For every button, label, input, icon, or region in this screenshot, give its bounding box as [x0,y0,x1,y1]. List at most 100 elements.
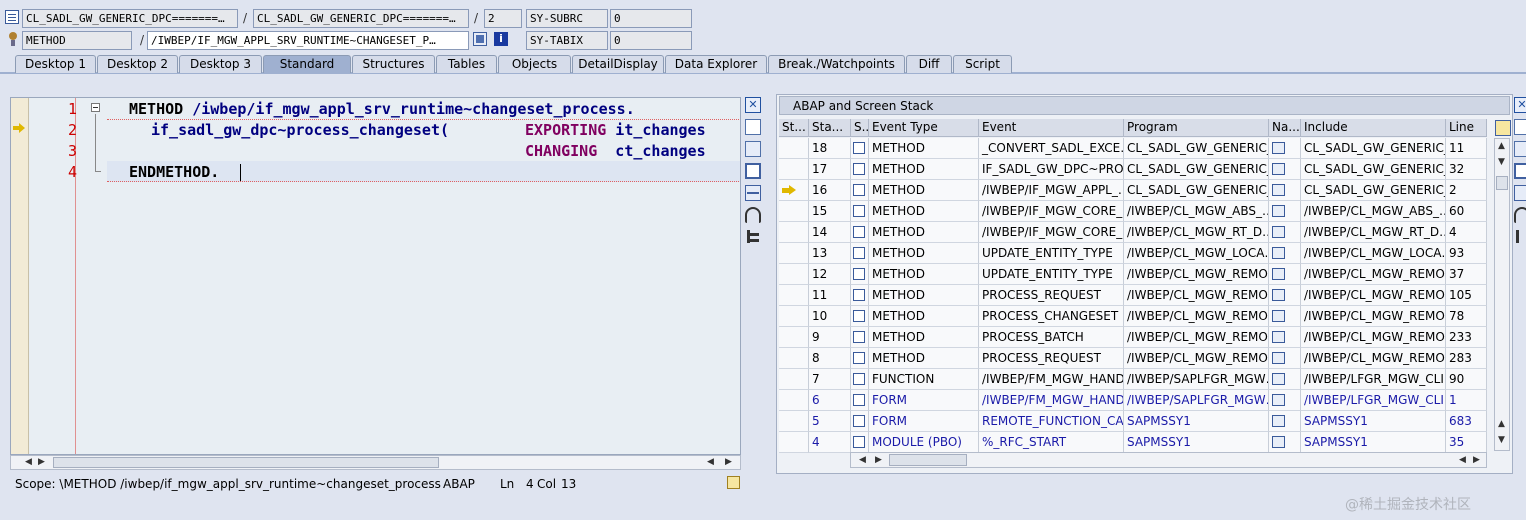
column-header[interactable]: S... [851,119,869,137]
tab-standard[interactable]: Standard [263,55,351,73]
navigate-icon[interactable] [1272,163,1285,175]
table-row[interactable]: 16 METHOD/IWBEP/IF_MGW_APPL_… CL_SADL_GW_G… [779,180,1487,201]
table-row[interactable]: 15 METHOD/IWBEP/IF_MGW_CORE_…/IWBEP/CL_MG… [779,201,1487,222]
table-row[interactable]: 6 FORM/IWBEP/FM_MGW_HAND…/IWBEP/SAPLFGR_M… [779,390,1487,411]
navigate-icon[interactable] [1272,373,1285,385]
scroll-right-icon-3[interactable]: ▶ [875,455,882,465]
navigate-icon[interactable] [1272,415,1285,427]
info-icon[interactable]: i [494,32,508,46]
stack-level-field[interactable]: 2 [484,9,522,28]
navigate-icon[interactable] [1272,205,1285,217]
tab-desktop-1[interactable]: Desktop 1 [15,55,96,73]
tab-desktop-2[interactable]: Desktop 2 [97,55,178,73]
navigate-icon[interactable] [1272,184,1285,196]
table-row[interactable]: 17 METHOD IF_SADL_GW_DPC~PRO… CL_SADL_GW_GE… [779,159,1487,180]
scroll-right-icon-4[interactable]: ▶ [1473,455,1480,465]
column-header[interactable]: Sta... [809,119,851,137]
scroll-left-icon-4[interactable]: ◀ [1459,455,1466,465]
sysvar-name-field-1[interactable]: SY-SUBRC [526,9,608,28]
sysvar-name-field-2[interactable]: SY-TABIX [526,31,608,50]
scroll-left-icon-3[interactable]: ◀ [859,455,866,465]
table-row[interactable]: 12 METHOD UPDATE_ENTITY_TYPE/IWBEP/CL_MGW_… [779,264,1487,285]
split-icon-2[interactable] [1514,185,1526,201]
column-header[interactable]: St... [779,119,809,137]
tab-desktop-3[interactable]: Desktop 3 [179,55,262,73]
column-header[interactable]: Event Type [869,119,979,137]
tab-script[interactable]: Script [953,55,1012,73]
tree-tool-icon-2[interactable] [1514,229,1526,245]
table-row[interactable]: 10 METHOD PROCESS_CHANGESET/IWBEP/CL_MGW_R… [779,306,1487,327]
table-row[interactable]: 11 METHOD PROCESS_REQUEST/IWBEP/CL_MGW_REM… [779,285,1487,306]
column-header[interactable]: Program [1124,119,1269,137]
editor-h-scroll-thumb[interactable] [53,457,439,468]
column-header[interactable]: Event [979,119,1124,137]
table-row[interactable]: 4 MODULE (PBO) %_RFC_START SAPMSSY1 SAPMSSY1… [779,432,1487,453]
navigate-icon[interactable] [1272,394,1285,406]
tree-tool-icon[interactable] [745,229,761,245]
scroll-left-icon[interactable]: ◀ [25,457,32,467]
scroll-up-icon-2[interactable]: ▲ [1498,419,1505,429]
editor-h-scrollbar[interactable]: ◀ ▶ ◀ ▶ [10,455,741,470]
scroll-left-icon-2[interactable]: ◀ [707,457,714,467]
scroll-up-icon[interactable]: ▲ [1498,141,1505,151]
class-name-field[interactable]: CL_SADL_GW_GENERIC_DPC=======… [22,9,238,28]
code-editor[interactable]: 1 2 3 4 METHOD /iwbep/if_mgw_appl_srv_ru… [10,97,741,455]
navigate-icon[interactable] [1272,352,1285,364]
scroll-right-icon[interactable]: ▶ [38,457,45,467]
sysvar-value-field-1[interactable]: 0 [610,9,692,28]
tab-diff[interactable]: Diff [906,55,952,73]
new-tool-icon-2[interactable] [1514,119,1526,135]
maximize-icon[interactable] [745,163,761,179]
navigate-icon[interactable] [1272,436,1285,448]
stack-v-scrollbar[interactable]: ▲ ▼ ▲ ▼ [1494,138,1510,451]
swap-tool-icon-2[interactable] [1514,141,1526,157]
tab-detaildisplay[interactable]: DetailDisplay [572,55,664,73]
column-header[interactable]: Include [1301,119,1446,137]
table-row[interactable]: 9 METHOD PROCESS_BATCH/IWBEP/CL_MGW_REMO… /… [779,327,1487,348]
class-name-field-2[interactable]: CL_SADL_GW_GENERIC_DPC=======… [253,9,469,28]
scroll-down-icon-2[interactable]: ▼ [1498,435,1505,445]
scroll-right-icon-2[interactable]: ▶ [725,457,732,467]
table-row[interactable]: 8 METHOD PROCESS_REQUEST/IWBEP/CL_MGW_REMO… [779,348,1487,369]
table-row[interactable]: 5 FORM REMOTE_FUNCTION_CA… SAPMSSY1 SAPMSSY1… [779,411,1487,432]
navigate-icon[interactable] [1272,289,1285,301]
sysvar-value-field-2[interactable]: 0 [610,31,692,50]
swap-tool-icon[interactable] [745,141,761,157]
navigate-icon[interactable] [1272,142,1285,154]
breakpoint-gutter[interactable] [11,98,29,454]
collapse-toggle[interactable] [91,103,100,112]
display-source-icon[interactable] [473,32,487,46]
navigate-icon[interactable] [1272,268,1285,280]
event-type-field[interactable]: METHOD [22,31,132,50]
table-row[interactable]: 7 FUNCTION/IWBEP/FM_MGW_HAND…/IWBEP/SAPLF… [779,369,1487,390]
headset-icon-2[interactable] [1514,207,1526,223]
method-name-field[interactable]: /IWBEP/IF_MGW_APPL_SRV_RUNTIME~CHANGESET… [147,31,469,50]
close-icon[interactable]: ✕ [745,97,761,113]
stack-v-scroll-thumb[interactable] [1496,176,1508,190]
navigate-icon[interactable] [1272,310,1285,322]
column-header[interactable]: Line [1446,119,1487,137]
close-icon-2[interactable]: ✕ [1514,97,1526,113]
cell-navigate [1269,432,1301,453]
table-row[interactable]: 13 METHOD UPDATE_ENTITY_TYPE/IWBEP/CL_MGW_… [779,243,1487,264]
navigate-icon[interactable] [1272,247,1285,259]
table-row[interactable]: 18 METHOD _CONVERT_SADL_EXCE… CL_SADL_GW_GE… [779,138,1487,159]
navigate-icon[interactable] [1272,226,1285,238]
tab-data-explorer[interactable]: Data Explorer [665,55,767,73]
navigate-icon[interactable] [1272,331,1285,343]
tab-break-watchpoints[interactable]: Break./Watchpoints [768,55,905,73]
headset-icon[interactable] [745,207,761,223]
split-icon[interactable] [745,185,761,201]
column-layout-icon[interactable] [1495,120,1511,136]
stack-h-scrollbar[interactable]: ◀ ▶ ◀ ▶ [850,452,1487,468]
scroll-down-icon[interactable]: ▼ [1498,157,1505,167]
tab-structures[interactable]: Structures [352,55,435,73]
notes-icon[interactable] [727,476,740,489]
maximize-icon-2[interactable] [1514,163,1526,179]
column-header[interactable]: Na... [1269,119,1301,137]
stack-h-scroll-thumb[interactable] [889,454,967,466]
new-tool-icon[interactable] [745,119,761,135]
tab-objects[interactable]: Objects [498,55,571,73]
table-row[interactable]: 14 METHOD/IWBEP/IF_MGW_CORE_…/IWBEP/CL_MG… [779,222,1487,243]
tab-tables[interactable]: Tables [436,55,497,73]
